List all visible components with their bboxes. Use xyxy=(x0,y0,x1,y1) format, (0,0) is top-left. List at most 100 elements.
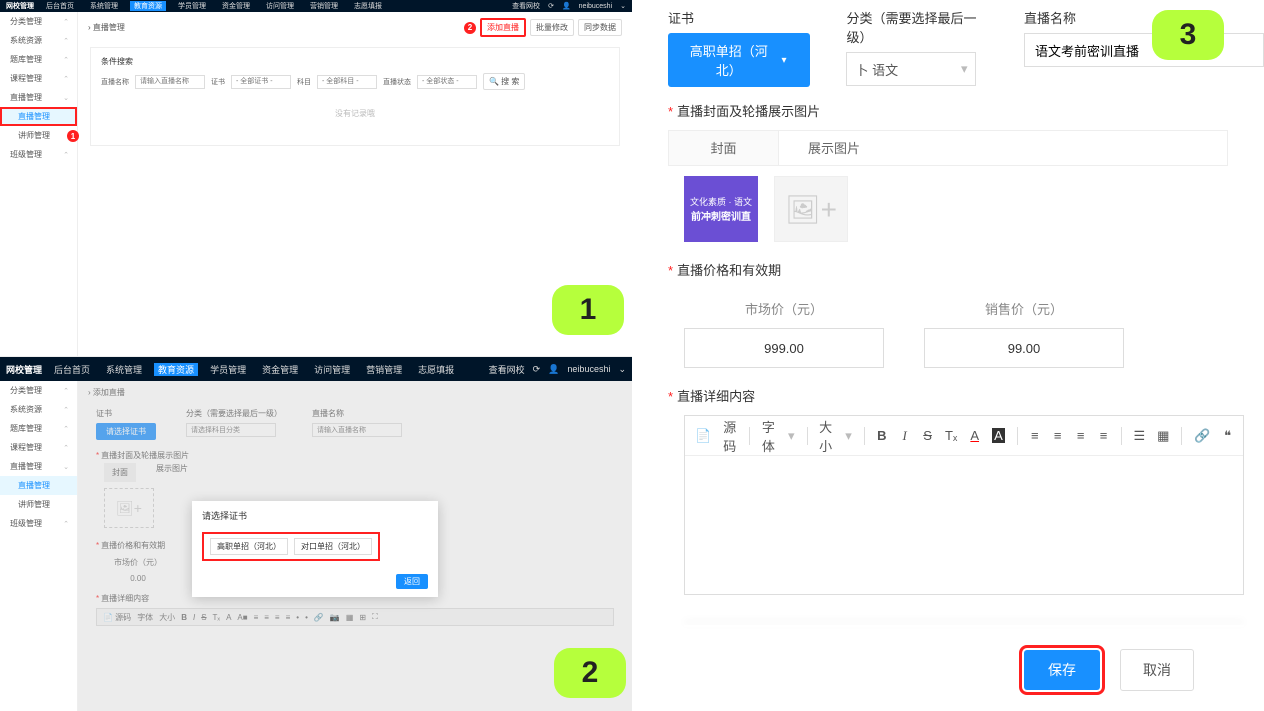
nav-tab[interactable]: 后台首页 xyxy=(50,363,94,376)
display-tab[interactable]: 展示图片 xyxy=(779,131,889,165)
rte-align-left-icon[interactable]: ≡ xyxy=(1029,428,1040,443)
user-name[interactable]: neibuceshi xyxy=(579,3,612,10)
rte-source-icon[interactable]: 📄 xyxy=(695,428,711,444)
rte-bg-icon[interactable]: A xyxy=(992,428,1005,443)
chevron-icon: ⌃ xyxy=(63,18,69,26)
nav-tab-active[interactable]: 教育资源 xyxy=(154,363,198,376)
modal-title: 请选择证书 xyxy=(202,509,428,522)
logo: 网校管理 xyxy=(6,363,42,376)
rte-link-icon[interactable]: 🔗 xyxy=(1194,428,1210,444)
cover-tab[interactable]: 封面 xyxy=(669,131,779,165)
modal-option-gaozhi[interactable]: 高职单招（河北） xyxy=(210,538,288,555)
sidebar-item-live-group[interactable]: 直播管理⌄ xyxy=(0,88,77,107)
chevron-icon: ⌃ xyxy=(63,151,69,159)
modal-back-button[interactable]: 返回 xyxy=(396,574,428,589)
sidebar-item-category[interactable]: 分类管理⌃ xyxy=(0,12,77,31)
sidebar-item-class[interactable]: 班级管理⌃ xyxy=(0,514,77,533)
subject-select[interactable] xyxy=(317,75,377,89)
batch-edit-button[interactable]: 批量修改 xyxy=(530,19,574,36)
step-badge-2: 2 xyxy=(554,648,626,698)
sync-data-button[interactable]: 同步数据 xyxy=(578,19,622,36)
status-select[interactable] xyxy=(417,75,477,89)
nav-tab[interactable]: 后台首页 xyxy=(42,1,78,11)
nav-tab[interactable]: 访问管理 xyxy=(310,363,354,376)
cert-modal: 请选择证书 高职单招（河北） 对口单招（河北） 返回 xyxy=(192,501,438,597)
category-select[interactable]: 卜 语文 ▾ xyxy=(846,52,976,86)
refresh-icon[interactable]: ⟳ xyxy=(533,364,541,375)
rte-align-center-icon[interactable]: ≡ xyxy=(1052,428,1063,443)
nav-tab[interactable]: 营销管理 xyxy=(306,1,342,11)
cancel-button[interactable]: 取消 xyxy=(1120,649,1194,691)
nav-tab[interactable]: 营销管理 xyxy=(362,363,406,376)
search-button[interactable]: 🔍 搜 索 xyxy=(483,73,525,90)
rte-quote-icon[interactable]: ❝ xyxy=(1222,428,1233,444)
rte-strike-icon[interactable]: S xyxy=(922,428,933,443)
sidebar-item-live-manage[interactable]: 直播管理 xyxy=(0,107,77,126)
nav-tab[interactable]: 资金管理 xyxy=(218,1,254,11)
name-input[interactable] xyxy=(135,75,205,89)
sidebar-item-question[interactable]: 题库管理⌃ xyxy=(0,419,77,438)
view-site-link[interactable]: 查看网校 xyxy=(489,363,525,376)
add-live-button[interactable]: 添加直播 xyxy=(480,18,526,37)
view-site-link[interactable]: 查看网校 xyxy=(512,1,540,11)
rte-italic-icon[interactable]: I xyxy=(899,428,910,444)
nav-tab[interactable]: 系统管理 xyxy=(86,1,122,11)
sidebar-item-live-group[interactable]: 直播管理⌄ xyxy=(0,457,77,476)
sidebar-item-question[interactable]: 题库管理⌃ xyxy=(0,50,77,69)
modal-option-duikou[interactable]: 对口单招（河北） xyxy=(294,538,372,555)
rte-olist-icon[interactable]: ☰ xyxy=(1134,428,1146,444)
sidebar-item-resource[interactable]: 系统资源⌃ xyxy=(0,400,77,419)
rte-ulist-icon[interactable]: ▦ xyxy=(1157,428,1169,444)
sidebar-item-category[interactable]: 分类管理⌃ xyxy=(0,381,77,400)
chevron-down-icon[interactable]: ⌄ xyxy=(620,2,626,10)
rte-editor-area[interactable] xyxy=(685,456,1243,594)
nav-tab[interactable]: 志愿填报 xyxy=(414,363,458,376)
nav-tab[interactable]: 志愿填报 xyxy=(350,1,386,11)
refresh-icon[interactable]: ⟳ xyxy=(548,2,554,10)
nav-tab[interactable]: 学员管理 xyxy=(206,363,250,376)
empty-state: 没有记录哦 xyxy=(101,90,609,137)
market-price-label: 市场价（元） xyxy=(684,289,884,328)
rte-size-select[interactable]: 大小 xyxy=(819,417,833,455)
image-upload-placeholder[interactable]: 🖼+ xyxy=(774,176,848,242)
detail-section-label: *直播详细内容 xyxy=(668,386,1264,405)
rte-align-justify-icon[interactable]: ≡ xyxy=(1098,428,1109,443)
sale-price-input[interactable]: 99.00 xyxy=(924,328,1124,368)
price-section-label: *直播价格和有效期 xyxy=(668,260,1264,279)
rich-text-editor: 📄 源码 字体▾ 大小▾ B I S Tₓ A A ≡ ≡ ≡ ≡ ☰ ▦ 🔗 … xyxy=(684,415,1244,595)
rte-color-icon[interactable]: A xyxy=(969,428,980,443)
sidebar-item-course[interactable]: 课程管理⌃ xyxy=(0,69,77,88)
sidebar-item-resource[interactable]: 系统资源⌃ xyxy=(0,31,77,50)
chevron-down-icon: ▾ xyxy=(961,61,968,77)
live-name-input[interactable] xyxy=(1024,33,1264,67)
rte-clear-icon[interactable]: Tₓ xyxy=(945,428,957,443)
cert-select[interactable] xyxy=(231,75,291,89)
chevron-down-icon[interactable]: ⌄ xyxy=(618,364,626,375)
sidebar-item-teacher[interactable]: 讲师管理 xyxy=(0,495,77,514)
user-name[interactable]: neibuceshi xyxy=(567,364,610,374)
modal-options: 高职单招（河北） 对口单招（河北） xyxy=(202,532,380,561)
sidebar-item-teacher[interactable]: 讲师管理 xyxy=(0,126,77,145)
save-button[interactable]: 保存 xyxy=(1024,650,1100,690)
cert-label: 证书 xyxy=(668,8,810,27)
live-name-label: 直播名称 xyxy=(1024,8,1264,27)
image-icon: 🖼+ xyxy=(785,193,837,226)
sidebar-item-class[interactable]: 班级管理⌃ xyxy=(0,145,77,164)
rte-bold-icon[interactable]: B xyxy=(876,428,887,443)
rte-font-select[interactable]: 字体 xyxy=(762,417,776,455)
nav-tab[interactable]: 访问管理 xyxy=(262,1,298,11)
cover-section-label: *直播封面及轮播展示图片 xyxy=(668,101,1264,120)
sidebar-item-course[interactable]: 课程管理⌃ xyxy=(0,438,77,457)
nav-tab-active[interactable]: 教育资源 xyxy=(130,1,166,11)
nav-tab[interactable]: 资金管理 xyxy=(258,363,302,376)
sidebar-item-live-manage[interactable]: 直播管理 xyxy=(0,476,77,495)
breadcrumb-row: › 直播管理 2 添加直播 批量修改 同步数据 xyxy=(84,16,626,43)
market-price-input[interactable]: 999.00 xyxy=(684,328,884,368)
rte-source-label[interactable]: 源码 xyxy=(723,417,737,455)
nav-tab[interactable]: 学员管理 xyxy=(174,1,210,11)
cover-thumbnail[interactable]: 文化素质 · 语文 前冲刺密训直 xyxy=(684,176,758,242)
panel-3: 证书 高职单招（河北） ▾ 分类（需要选择最后一级） 卜 语文 ▾ 直播名称 *… xyxy=(632,0,1264,711)
rte-align-right-icon[interactable]: ≡ xyxy=(1075,428,1086,443)
nav-tab[interactable]: 系统管理 xyxy=(102,363,146,376)
cert-dropdown-button[interactable]: 高职单招（河北） ▾ xyxy=(668,33,810,87)
